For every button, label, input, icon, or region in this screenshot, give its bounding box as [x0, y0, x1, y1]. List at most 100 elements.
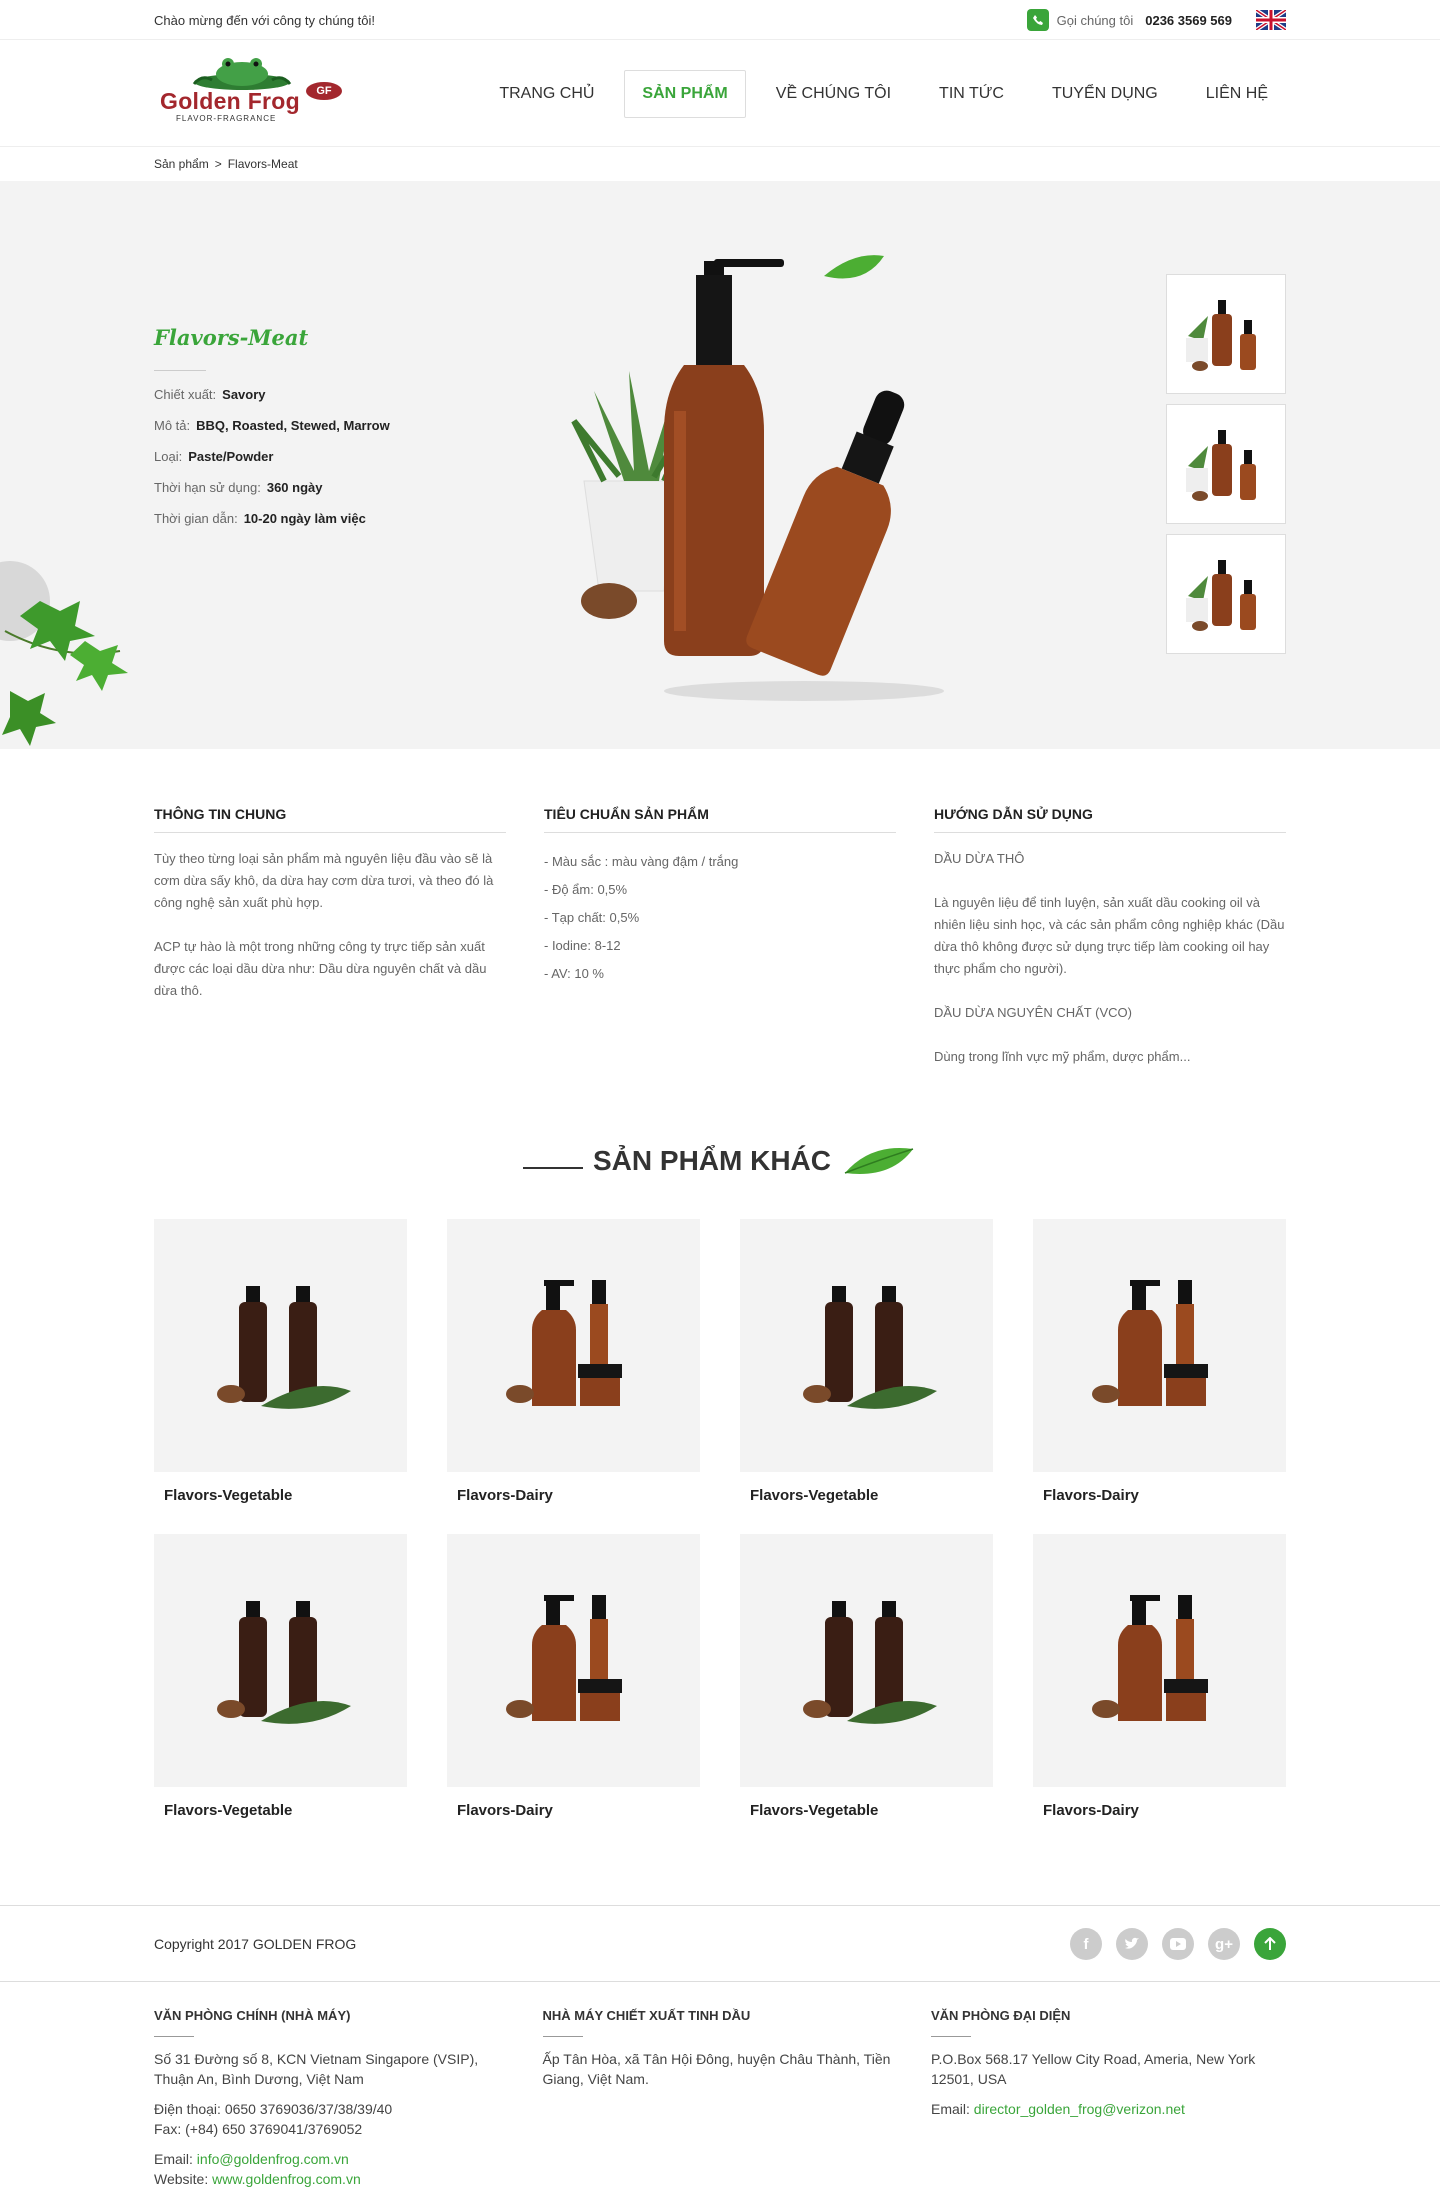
standard-item: - Iodine: 8-12	[544, 938, 621, 953]
product-card[interactable]: Flavors-Vegetable	[740, 1534, 993, 1849]
usage-column: HƯỚNG DẪN SỬ DỤNG DẦU DỪA THÔ Là nguyên …	[934, 806, 1286, 1090]
top-bar: Chào mừng đến với công ty chúng tôi! Gọi…	[0, 0, 1440, 40]
product-card[interactable]: Flavors-Dairy	[447, 1534, 700, 1849]
product-card-image	[1033, 1534, 1286, 1787]
thumbnail-gallery	[1166, 274, 1286, 654]
factory-title: NHÀ MÁY CHIẾT XUẤT TINH DẦU	[542, 2008, 751, 2023]
product-card-image	[447, 1219, 700, 1472]
breadcrumb: Sản phẩm > Flavors-Meat	[154, 147, 1286, 181]
product-card-name: Flavors-Dairy	[1043, 1487, 1139, 1504]
product-card[interactable]: Flavors-Vegetable	[154, 1219, 407, 1534]
facebook-icon[interactable]: f	[1070, 1928, 1102, 1960]
main-office-address: Số 31 Đường số 8, KCN Vietnam Singapore …	[154, 2051, 479, 2087]
nav-contact[interactable]: LIÊN HỆ	[1188, 70, 1286, 118]
product-thumbnail[interactable]	[1166, 404, 1286, 524]
nav-careers[interactable]: TUYỂN DỤNG	[1034, 70, 1176, 118]
product-grid: Flavors-Vegetable Flavors-Dairy Flavors-…	[154, 1219, 1286, 1849]
rep-office-column: VĂN PHÒNG ĐẠI DIỆN P.O.Box 568.17 Yellow…	[931, 2006, 1286, 2189]
website-link[interactable]: www.goldenfrog.com.vn	[212, 2171, 361, 2187]
product-card[interactable]: Flavors-Vegetable	[154, 1534, 407, 1849]
heading-dash	[523, 1167, 583, 1169]
nav-news[interactable]: TIN TỨC	[921, 70, 1022, 118]
main-office-email-link[interactable]: info@goldenfrog.com.vn	[197, 2151, 349, 2167]
logo[interactable]: Golden Frog GF FLAVOR-FRAGRANCE	[154, 54, 354, 134]
general-info-text: Tùy theo từng loại sản phẩm mà nguyên li…	[154, 851, 494, 910]
title-divider	[154, 370, 206, 371]
product-card-name: Flavors-Dairy	[457, 1487, 553, 1504]
product-title: Flavors-Meat	[154, 325, 309, 350]
product-thumbnail[interactable]	[1166, 534, 1286, 654]
main-nav: TRANG CHỦ SẢN PHẨM VỀ CHÚNG TÔI TIN TỨC …	[481, 69, 1286, 118]
spec-row: Thời hạn sử dụng: 360 ngày	[154, 480, 323, 495]
general-info-title: THÔNG TIN CHUNG	[154, 806, 506, 833]
product-card-name: Flavors-Vegetable	[164, 1802, 293, 1819]
call-label: Gọi chúng tôi	[1056, 12, 1134, 28]
product-card-name: Flavors-Dairy	[1043, 1802, 1139, 1819]
standard-item: - Màu sắc : màu vàng đậm / trắng	[544, 854, 739, 869]
spec-row: Loại: Paste/Powder	[154, 449, 274, 464]
product-card-image	[154, 1219, 407, 1472]
nav-about[interactable]: VỀ CHÚNG TÔI	[758, 70, 909, 118]
phone-number[interactable]: 0236 3569 569	[1145, 13, 1232, 28]
nav-products[interactable]: SẢN PHẨM	[624, 69, 746, 118]
other-products: SẢN PHẨM KHÁC Flavors-Vegetable Flavors-…	[0, 1109, 1440, 1849]
product-info: THÔNG TIN CHUNG Tùy theo từng loại sản p…	[0, 749, 1440, 1109]
main-office-column: VĂN PHÒNG CHÍNH (NHÀ MÁY) Số 31 Đường số…	[154, 2006, 509, 2189]
twitter-icon[interactable]	[1116, 1928, 1148, 1960]
standard-item: - Tạp chất: 0,5%	[544, 910, 640, 925]
other-products-title: SẢN PHẨM KHÁC	[593, 1145, 831, 1176]
social-links: f g+	[1070, 1928, 1286, 1960]
product-card[interactable]: Flavors-Dairy	[1033, 1534, 1286, 1849]
google-plus-icon[interactable]: g+	[1208, 1928, 1240, 1960]
back-to-top-icon[interactable]	[1254, 1928, 1286, 1960]
product-card-image	[740, 1534, 993, 1787]
product-card-name: Flavors-Dairy	[457, 1802, 553, 1819]
breadcrumb-current: Flavors-Meat	[227, 157, 298, 171]
product-card[interactable]: Flavors-Vegetable	[740, 1219, 993, 1534]
product-card-name: Flavors-Vegetable	[750, 1487, 879, 1504]
main-office-title: VĂN PHÒNG CHÍNH (NHÀ MÁY)	[154, 2008, 351, 2023]
rep-office-email-link[interactable]: director_golden_frog@verizon.net	[974, 2101, 1185, 2117]
standard-column: TIÊU CHUẨN SẢN PHẨM - Màu sắc : màu vàng…	[544, 806, 896, 1090]
breadcrumb-separator: >	[214, 157, 222, 171]
product-specs: Chiết xuất: Savory Mô tả: BBQ, Roasted, St…	[154, 387, 390, 542]
youtube-icon[interactable]	[1162, 1928, 1194, 1960]
product-card-image	[154, 1534, 407, 1787]
standard-item: - AV: 10 %	[544, 966, 604, 981]
product-card-image	[740, 1219, 993, 1472]
header: Golden Frog GF FLAVOR-FRAGRANCE TRANG CH…	[0, 40, 1440, 147]
main-office-phone: Điện thoại: 0650 3769036/37/38/39/40	[154, 2101, 393, 2117]
rep-office-address: P.O.Box 568.17 Yellow City Road, Ameria,…	[931, 2051, 1256, 2087]
product-card[interactable]: Flavors-Dairy	[1033, 1219, 1286, 1534]
usage-text: Dùng trong lĩnh vực mỹ phẩm, dược phẩm..…	[934, 1049, 1191, 1064]
spec-row: Thời gian dẫn: 10-20 ngày làm việc	[154, 511, 366, 526]
product-card[interactable]: Flavors-Dairy	[447, 1219, 700, 1534]
usage-title: HƯỚNG DẪN SỬ DỤNG	[934, 806, 1286, 833]
general-info-column: THÔNG TIN CHUNG Tùy theo từng loại sản p…	[154, 806, 506, 1090]
copyright: Copyright 2017 GOLDEN FROG	[154, 1936, 357, 1952]
logo-tagline: FLAVOR-FRAGRANCE	[176, 113, 277, 123]
factory-column: NHÀ MÁY CHIẾT XUẤT TINH DẦU Ấp Tân Hòa, …	[542, 2006, 898, 2189]
product-card-name: Flavors-Vegetable	[164, 1487, 293, 1504]
product-card-image	[447, 1534, 700, 1787]
product-hero: Flavors-Meat Chiết xuất: Savory Mô tả: BBQ…	[0, 181, 1440, 749]
nav-home[interactable]: TRANG CHỦ	[481, 70, 612, 118]
logo-badge: GF	[306, 81, 342, 100]
usage-text: Là nguyên liệu để tinh luyện, sản xuất d…	[934, 895, 1285, 976]
rep-office-title: VĂN PHÒNG ĐẠI DIỆN	[931, 2008, 1071, 2023]
spec-row: Mô tả: BBQ, Roasted, Stewed, Marrow	[154, 418, 390, 433]
logo-name: Golden Frog	[160, 87, 301, 114]
product-main-image	[571, 255, 944, 701]
product-thumbnail[interactable]	[1166, 274, 1286, 394]
standard-title: TIÊU CHUẨN SẢN PHẨM	[544, 806, 896, 833]
usage-text: DẦU DỪA NGUYÊN CHẤT (VCO)	[934, 1005, 1132, 1020]
product-card-name: Flavors-Vegetable	[750, 1802, 879, 1819]
factory-address: Ấp Tân Hòa, xã Tân Hội Đông, huyện Châu …	[542, 2051, 891, 2087]
main-office-fax: Fax: (+84) 650 3769041/3769052	[154, 2121, 363, 2137]
standard-item: - Độ ẩm: 0,5%	[544, 882, 628, 897]
leaf-icon	[844, 1148, 914, 1174]
breadcrumb-parent[interactable]: Sản phẩm	[154, 157, 209, 171]
spec-row: Chiết xuất: Savory	[154, 387, 266, 402]
uk-flag-icon[interactable]	[1254, 8, 1288, 32]
footer: Copyright 2017 GOLDEN FROG f g+ VĂN PHÒN…	[0, 1905, 1440, 2199]
